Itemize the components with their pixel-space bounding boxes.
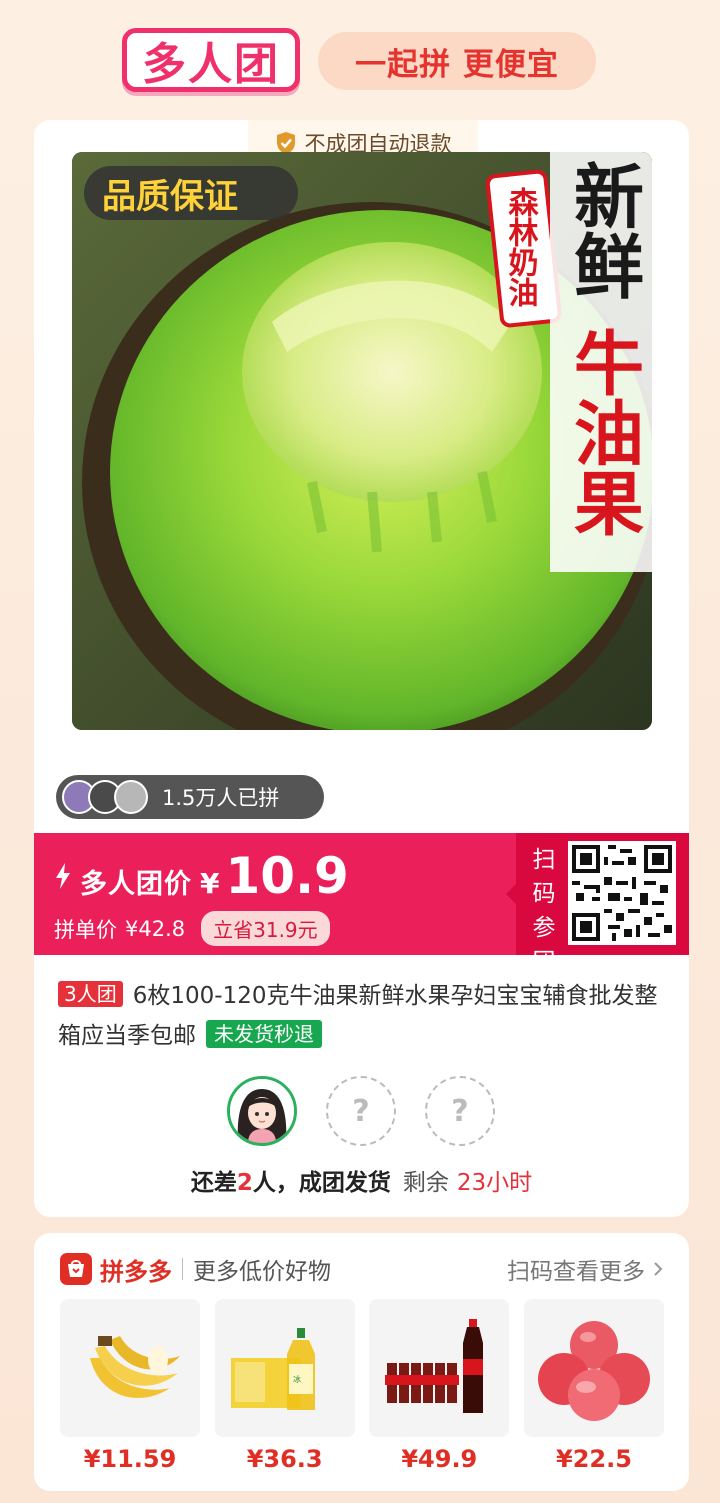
svg-text:冰: 冰 <box>293 1374 301 1384</box>
status-suffix: 人，成团发货 <box>252 1170 391 1196</box>
apple-image <box>523 1299 664 1437</box>
header: 多人团 一起拼 更便宜 <box>0 0 720 118</box>
product-card: 不成团自动退款 品质保证 森林奶油 新鲜 牛油果 1.5万人已拼 多人团价 ¥ … <box>34 120 689 1217</box>
product-image[interactable]: 品质保证 森林奶油 新鲜 牛油果 <box>72 152 652 730</box>
question-mark: ? <box>451 1093 469 1129</box>
recommend-item[interactable]: ¥49.9 <box>369 1299 510 1473</box>
empty-member-slot: ? <box>326 1076 396 1146</box>
recommend-card: 拼多多 更多低价好物 扫码查看更多 ¥11.59 冰 ¥36.3 ¥49.9 ¥… <box>34 1233 689 1491</box>
product-title-text: 6枚100-120克牛油果新鲜水果孕妇宝宝辅食批发整箱应当季包邮 <box>58 983 658 1049</box>
avocado-text: 牛油果 <box>564 327 644 537</box>
member-avatar <box>227 1076 297 1146</box>
recommend-header: 拼多多 更多低价好物 扫码查看更多 <box>60 1249 663 1289</box>
qr-code-icon <box>572 845 672 941</box>
drink-image: 冰 <box>214 1299 355 1437</box>
avatar <box>114 780 148 814</box>
group-price-label: 多人团价 <box>80 869 192 900</box>
quality-badge-text: 品质保证 <box>102 178 238 216</box>
scan-join-qr[interactable]: 扫码参团 <box>506 833 689 975</box>
single-price: ¥42.8 <box>125 916 186 941</box>
group-members: ? ? <box>34 1076 689 1146</box>
lightning-icon <box>56 863 70 889</box>
banana-icon <box>90 1336 180 1398</box>
scan-more-link[interactable]: 扫码查看更多 <box>507 1252 663 1286</box>
qr-notch <box>506 884 516 904</box>
currency-symbol: ¥ <box>200 867 220 900</box>
recommend-item[interactable]: 冰 ¥36.3 <box>214 1299 355 1473</box>
chevron-right-icon <box>654 1262 663 1276</box>
empty-member-slot: ? <box>425 1076 495 1146</box>
fast-refund-tag: 未发货秒退 <box>206 1020 322 1048</box>
girl-avatar-icon <box>230 1079 294 1143</box>
item-price: ¥11.59 <box>83 1445 177 1473</box>
joined-count-text: 1.5万人已拼 <box>162 786 280 810</box>
status-prefix: 还差 <box>190 1170 237 1196</box>
item-price: ¥22.5 <box>556 1445 632 1473</box>
product-title[interactable]: 3人团 6枚100-120克牛油果新鲜水果孕妇宝宝辅食批发整箱应当季包邮 未发货秒退 <box>58 976 668 1056</box>
recommend-item[interactable]: ¥22.5 <box>523 1299 664 1473</box>
group-price: 10.9 <box>225 847 349 905</box>
fresh-text: 新鲜 <box>564 160 644 300</box>
brand-name: 拼多多 <box>100 1257 172 1286</box>
drink-box-icon: 冰 <box>230 1328 315 1410</box>
remaining-label: 剩余 <box>402 1170 449 1196</box>
qr-code[interactable] <box>568 841 676 945</box>
item-price: ¥49.9 <box>401 1445 478 1473</box>
group-buy-logo: 多人团 <box>122 28 300 92</box>
price-info: 多人团价 ¥ 10.9 拼单价 ¥42.8 立省31.9元 <box>54 847 349 946</box>
scan-more-text: 扫码查看更多 <box>507 1259 645 1285</box>
avocado-photo: 品质保证 森林奶油 新鲜 牛油果 <box>72 152 652 730</box>
scan-join-label: 扫码参团 <box>532 847 556 975</box>
banana-image <box>60 1299 200 1437</box>
remaining-time: 23小时 <box>456 1170 533 1196</box>
logo-text: 多人团 <box>142 39 280 90</box>
cola-image <box>369 1299 510 1437</box>
joined-count-pill: 1.5万人已拼 <box>56 775 324 819</box>
item-price: ¥36.3 <box>246 1445 323 1473</box>
apple-icon <box>537 1321 650 1421</box>
savings-badge: 立省31.9元 <box>201 911 330 946</box>
missing-count: 2 <box>236 1170 253 1196</box>
cream-badge-text: 森林奶油 <box>504 187 539 307</box>
group-status: 还差2人，成团发货 剩余 23小时 <box>34 1163 689 1197</box>
question-mark: ? <box>352 1093 370 1129</box>
divider <box>182 1258 183 1280</box>
slogan-pill: 一起拼 更便宜 <box>318 32 596 90</box>
recommend-list: ¥11.59 冰 ¥36.3 ¥49.9 ¥22.5 <box>60 1299 664 1473</box>
more-deals-label: 更多低价好物 <box>193 1259 331 1285</box>
single-price-label: 拼单价 <box>54 917 117 942</box>
price-band: 多人团价 ¥ 10.9 拼单价 ¥42.8 立省31.9元 扫码参团 <box>34 833 689 975</box>
pinduoduo-icon <box>60 1253 92 1285</box>
group-size-tag: 3人团 <box>58 981 123 1007</box>
cola-icon <box>385 1319 484 1413</box>
recommend-item[interactable]: ¥11.59 <box>60 1299 200 1473</box>
